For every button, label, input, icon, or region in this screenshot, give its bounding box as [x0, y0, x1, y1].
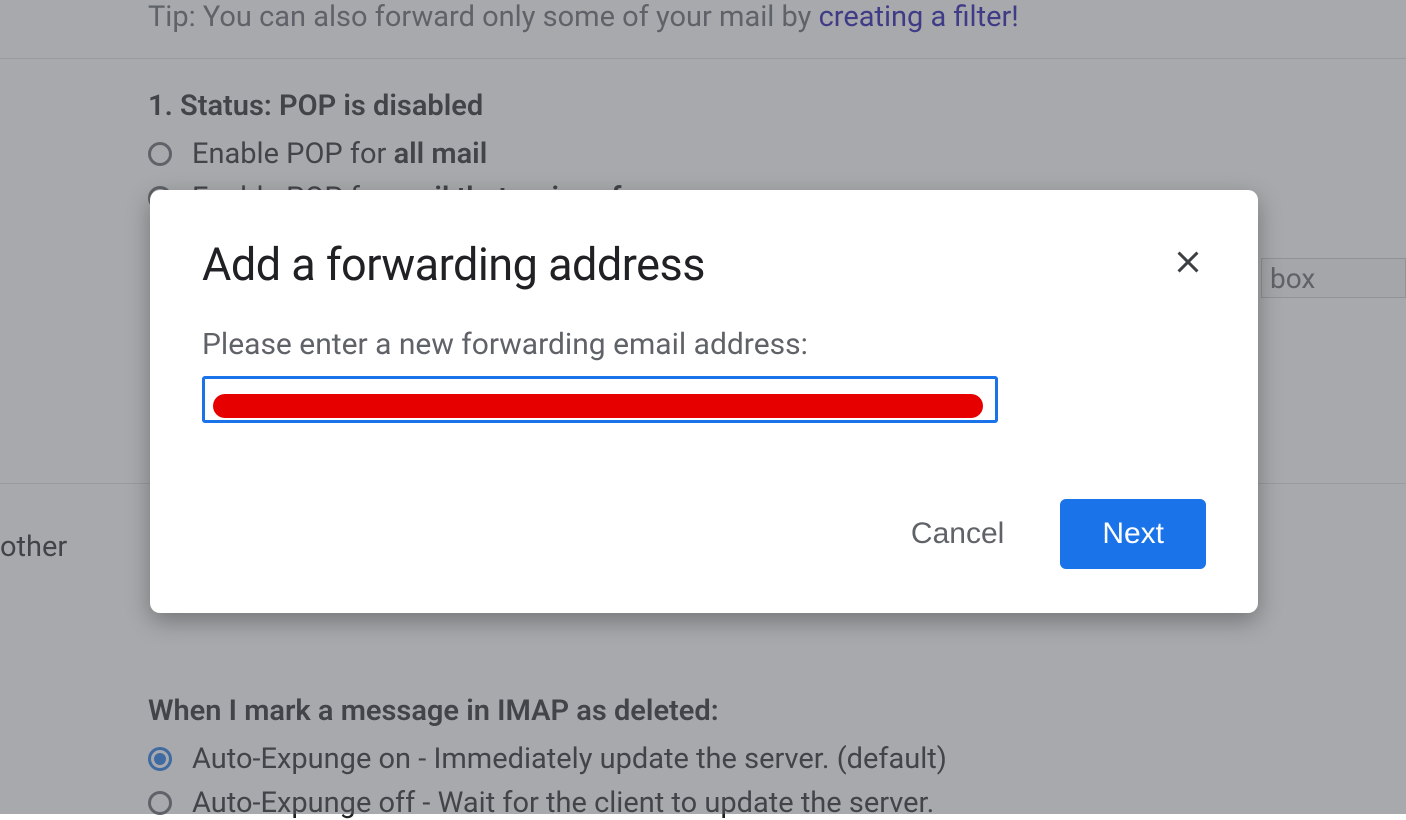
modal-prompt: Please enter a new forwarding email addr…	[202, 327, 1206, 362]
next-button[interactable]: Next	[1060, 499, 1206, 569]
modal-header: Add a forwarding address	[202, 238, 1206, 291]
cancel-button[interactable]: Cancel	[895, 505, 1020, 563]
close-icon[interactable]	[1170, 244, 1206, 280]
modal-actions: Cancel Next	[202, 499, 1206, 569]
modal-title: Add a forwarding address	[202, 238, 705, 291]
redacted-content	[213, 394, 983, 418]
